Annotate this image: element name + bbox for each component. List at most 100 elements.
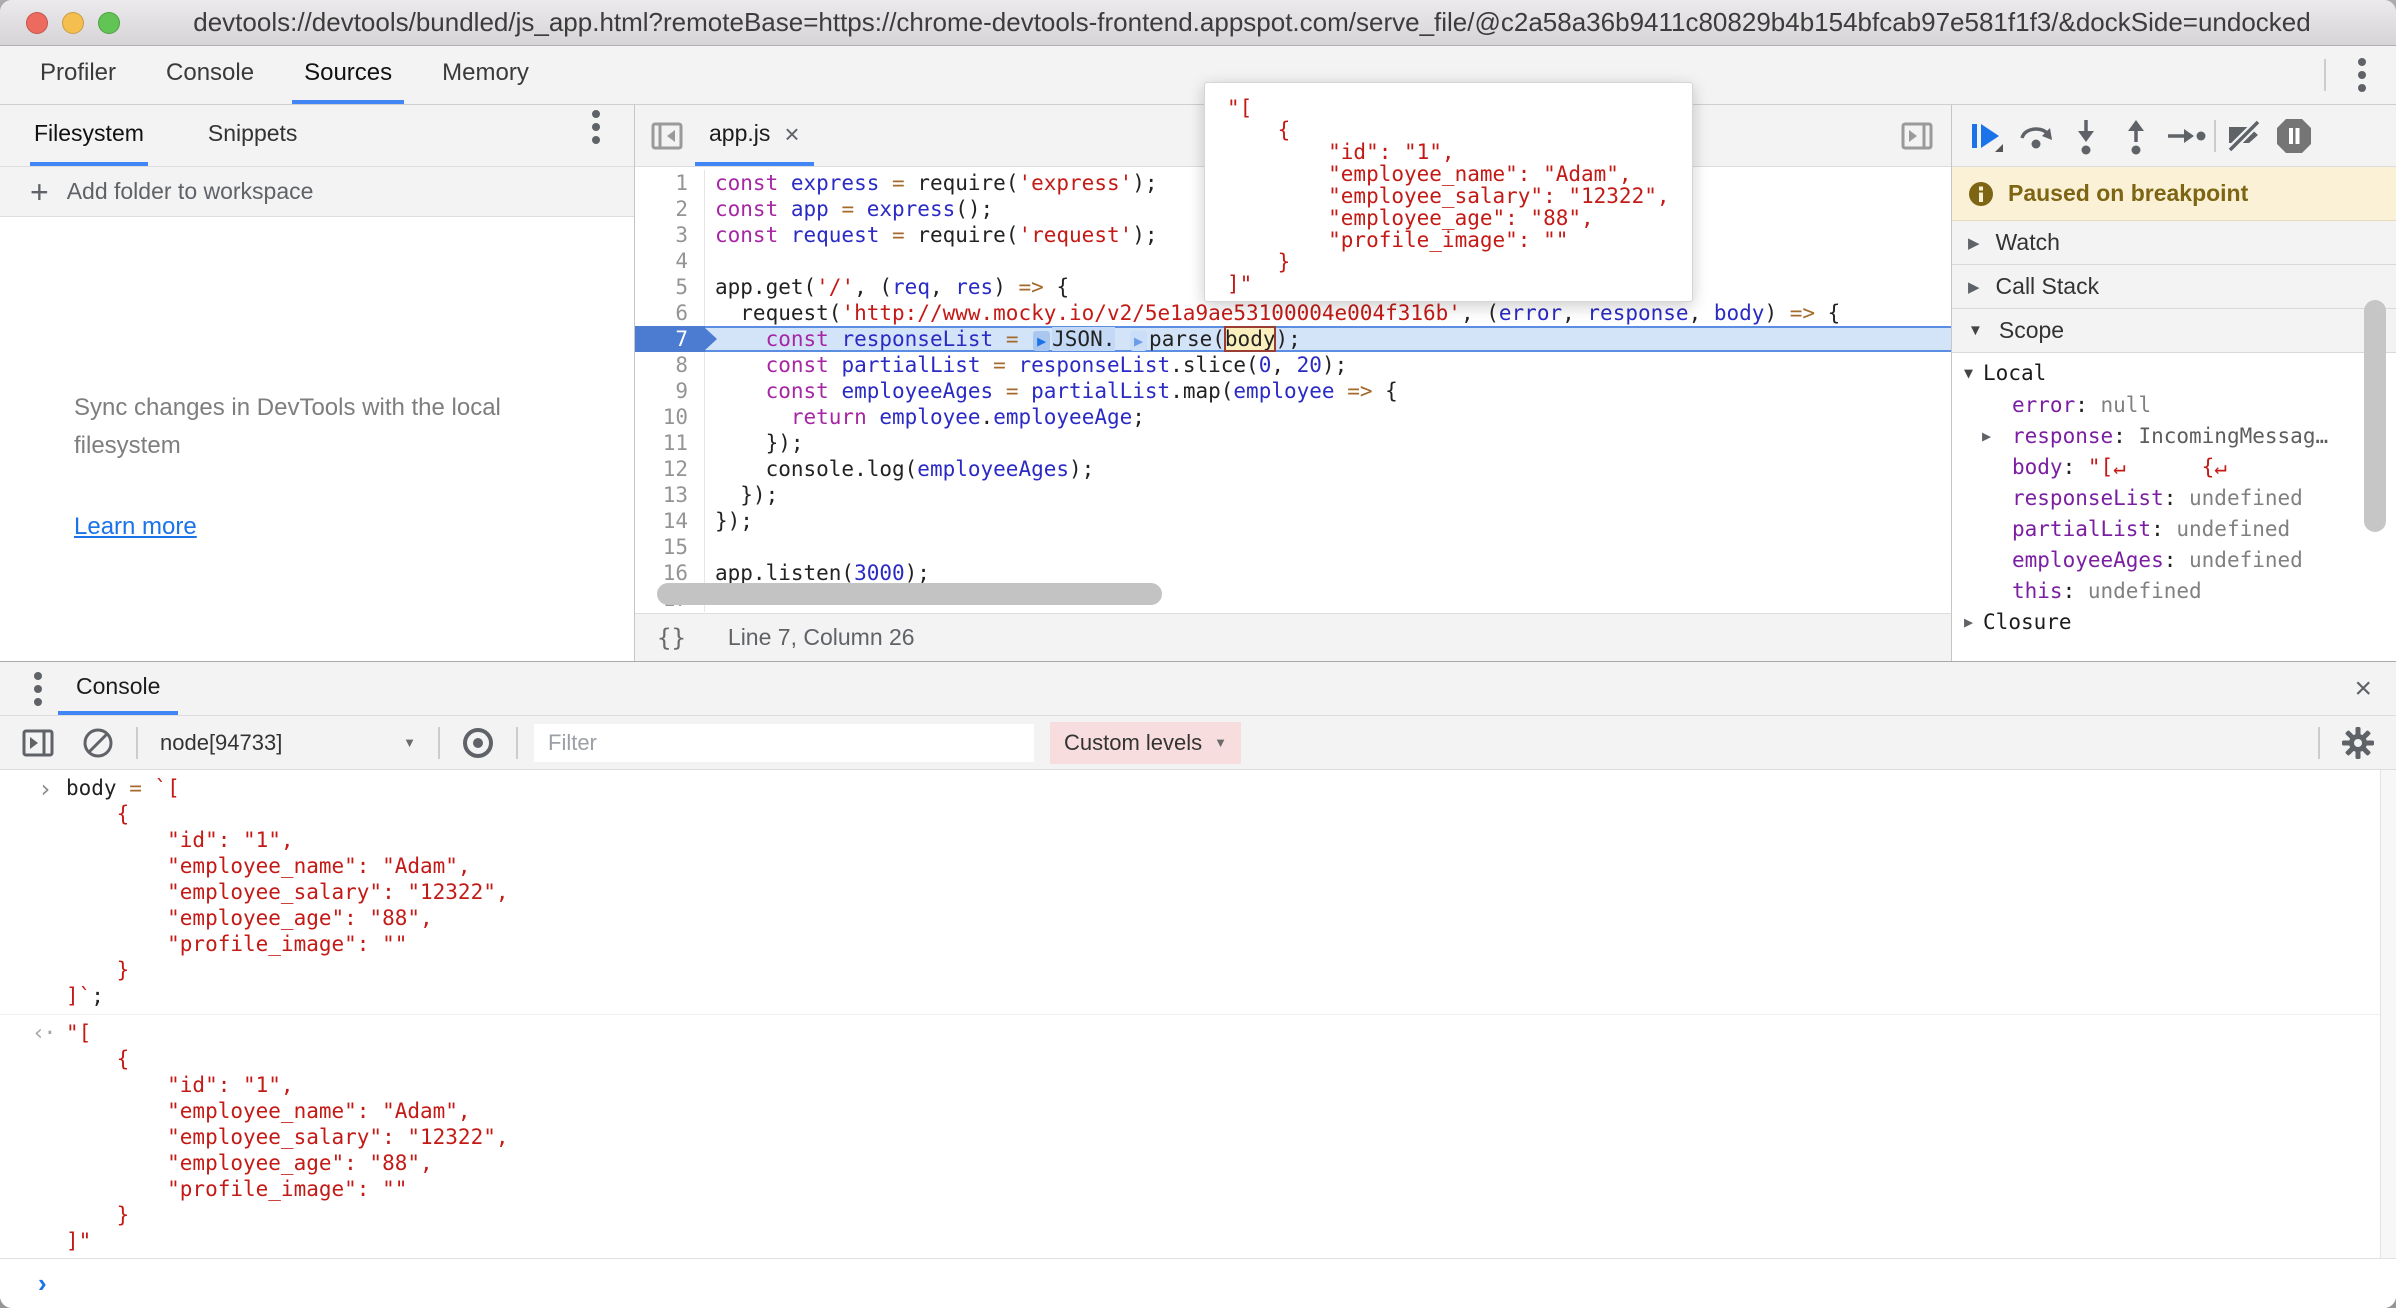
watch-section-header[interactable]: ▶ Watch xyxy=(1952,221,2396,265)
line-number-13[interactable]: 13 xyxy=(635,482,705,508)
line-number-15[interactable]: 15 xyxy=(635,534,705,560)
console-scroll-gutter xyxy=(2380,770,2396,1258)
code-line-9[interactable]: 9 const employeeAges = partialList.map(e… xyxy=(635,378,1951,404)
drawer-menu-icon[interactable] xyxy=(34,685,42,693)
line-number-6[interactable]: 6 xyxy=(635,300,705,326)
scope-local-header[interactable]: ▼ Local xyxy=(1952,357,2396,389)
code-line-8[interactable]: 8 const partialList = responseList.slice… xyxy=(635,352,1951,378)
console-toolbar: node[94733] ▼ Custom levels ▼ xyxy=(0,716,2396,770)
scope-closure-label: Closure xyxy=(1983,610,2072,634)
code-line-7[interactable]: 7 const responseList = ▶JSON. ▶parse(bod… xyxy=(635,326,1951,352)
chevron-down-icon: ▼ xyxy=(1964,364,1973,382)
scope-section-header[interactable]: ▼ Scope xyxy=(1952,309,2396,353)
console-tab[interactable]: Console xyxy=(58,662,178,715)
navigator-tab-snippets[interactable]: Snippets xyxy=(204,105,302,166)
scope-var-response[interactable]: ▶response: IncomingMessag… xyxy=(1952,420,2396,451)
clear-console-icon[interactable] xyxy=(76,721,120,765)
code-line-14[interactable]: 14}); xyxy=(635,508,1951,534)
deactivate-breakpoints-icon[interactable] xyxy=(2222,114,2266,158)
scope-var-this[interactable]: this: undefined xyxy=(1952,575,2396,606)
log-levels-dropdown[interactable]: Custom levels ▼ xyxy=(1050,722,1241,764)
paused-banner: Paused on breakpoint xyxy=(1952,167,2396,221)
add-folder-label: Add folder to workspace xyxy=(67,178,314,205)
add-folder-button[interactable]: + Add folder to workspace xyxy=(0,167,634,217)
show-debugger-sidebar-icon[interactable] xyxy=(1895,114,1939,158)
console-log[interactable]: › body = `[ { "id": "1", "employee_name"… xyxy=(0,770,2396,1258)
info-icon xyxy=(1968,181,1994,207)
divider xyxy=(136,727,138,759)
debugger-sidebar: Paused on breakpoint ▶ Watch ▶ Call Stac… xyxy=(1951,105,2396,661)
line-number-4[interactable]: 4 xyxy=(635,248,705,274)
code-line-13[interactable]: 13 }); xyxy=(635,482,1951,508)
divider xyxy=(516,727,518,759)
file-tab-label: app.js xyxy=(709,120,770,147)
file-tab-appjs[interactable]: app.js × xyxy=(695,105,814,166)
prompt-chevron-icon: › xyxy=(38,1268,47,1299)
main-tab-console[interactable]: Console xyxy=(154,46,266,104)
navigator-menu-icon[interactable] xyxy=(592,123,600,131)
code-line-11[interactable]: 11 }); xyxy=(635,430,1951,456)
code-line-6[interactable]: 6 request('http://www.mocky.io/v2/5e1a9a… xyxy=(635,300,1951,326)
line-number-10[interactable]: 10 xyxy=(635,404,705,430)
console-settings-gear-icon[interactable] xyxy=(2336,721,2380,765)
main-tab-sources[interactable]: Sources xyxy=(292,46,404,104)
live-expression-eye-icon[interactable] xyxy=(456,721,500,765)
minimize-window-button[interactable] xyxy=(62,12,84,34)
window-controls xyxy=(26,12,120,34)
line-number-11[interactable]: 11 xyxy=(635,430,705,456)
line-number-14[interactable]: 14 xyxy=(635,508,705,534)
line-number-5[interactable]: 5 xyxy=(635,274,705,300)
filter-input[interactable] xyxy=(534,724,1034,762)
learn-more-link[interactable]: Learn more xyxy=(74,513,197,541)
code-line-10[interactable]: 10 return employee.employeeAge; xyxy=(635,404,1951,430)
console-input-echo: › body = `[ { "id": "1", "employee_name"… xyxy=(0,770,2396,1014)
close-drawer-icon[interactable]: × xyxy=(2354,672,2372,706)
scope-var-employeeAges[interactable]: employeeAges: undefined xyxy=(1952,544,2396,575)
hide-navigator-icon[interactable] xyxy=(645,114,689,158)
scope-closure-header[interactable]: ▶ Closure xyxy=(1952,606,2396,638)
console-sidebar-icon[interactable] xyxy=(16,721,60,765)
navigator-tab-filesystem[interactable]: Filesystem xyxy=(30,105,148,166)
step-over-icon[interactable] xyxy=(2014,114,2058,158)
line-number-3[interactable]: 3 xyxy=(635,222,705,248)
line-number-8[interactable]: 8 xyxy=(635,352,705,378)
chevron-right-icon[interactable]: ▶ xyxy=(1982,427,1991,445)
line-number-1[interactable]: 1 xyxy=(635,170,705,196)
main-menu-icon[interactable] xyxy=(2358,71,2366,79)
main-tab-profiler[interactable]: Profiler xyxy=(28,46,128,104)
scope-tree: ▼ Local error: null▶response: IncomingMe… xyxy=(1952,353,2396,661)
console-prompt[interactable]: › xyxy=(0,1258,2396,1308)
scope-var-partialList[interactable]: partialList: undefined xyxy=(1952,513,2396,544)
pause-on-exceptions-icon[interactable] xyxy=(2272,114,2316,158)
sources-panel: Filesystem Snippets + Add folder to works… xyxy=(0,105,2396,661)
step-out-icon[interactable] xyxy=(2114,114,2158,158)
scope-vars: error: null▶response: IncomingMessag…bod… xyxy=(1952,389,2396,606)
line-number-7[interactable]: 7 xyxy=(635,326,705,352)
main-tab-memory[interactable]: Memory xyxy=(430,46,541,104)
line-number-12[interactable]: 12 xyxy=(635,456,705,482)
scope-var-body[interactable]: body: "[↵ {↵ "… xyxy=(1952,451,2396,482)
call-stack-section-header[interactable]: ▶ Call Stack xyxy=(1952,265,2396,309)
file-tab-close-icon[interactable]: × xyxy=(784,121,799,147)
code-line-15[interactable]: 15 xyxy=(635,534,1951,560)
main-tab-bar-items: Profiler Console Sources Memory xyxy=(28,46,567,104)
zoom-window-button[interactable] xyxy=(98,12,120,34)
log-levels-label: Custom levels xyxy=(1064,730,1202,756)
editor-status-bar: {} Line 7, Column 26 xyxy=(635,613,1951,661)
sidebar-scrollbar[interactable] xyxy=(2364,300,2386,532)
line-number-2[interactable]: 2 xyxy=(635,196,705,222)
step-icon[interactable] xyxy=(2164,114,2208,158)
scope-var-error[interactable]: error: null xyxy=(1952,389,2396,420)
horizontal-scrollbar[interactable] xyxy=(657,583,1162,605)
line-number-9[interactable]: 9 xyxy=(635,378,705,404)
console-drawer: Console × node[94733] ▼ Custom leve xyxy=(0,661,2396,1308)
scope-var-responseList[interactable]: responseList: undefined xyxy=(1952,482,2396,513)
plus-icon: + xyxy=(30,176,49,208)
input-chevron-icon: › xyxy=(38,776,52,802)
execution-context-selector[interactable]: node[94733] ▼ xyxy=(154,730,422,756)
step-into-icon[interactable] xyxy=(2064,114,2108,158)
pretty-print-icon[interactable]: {} xyxy=(657,624,686,652)
close-window-button[interactable] xyxy=(26,12,48,34)
code-line-12[interactable]: 12 console.log(employeeAges); xyxy=(635,456,1951,482)
resume-script-icon[interactable] xyxy=(1964,114,2008,158)
